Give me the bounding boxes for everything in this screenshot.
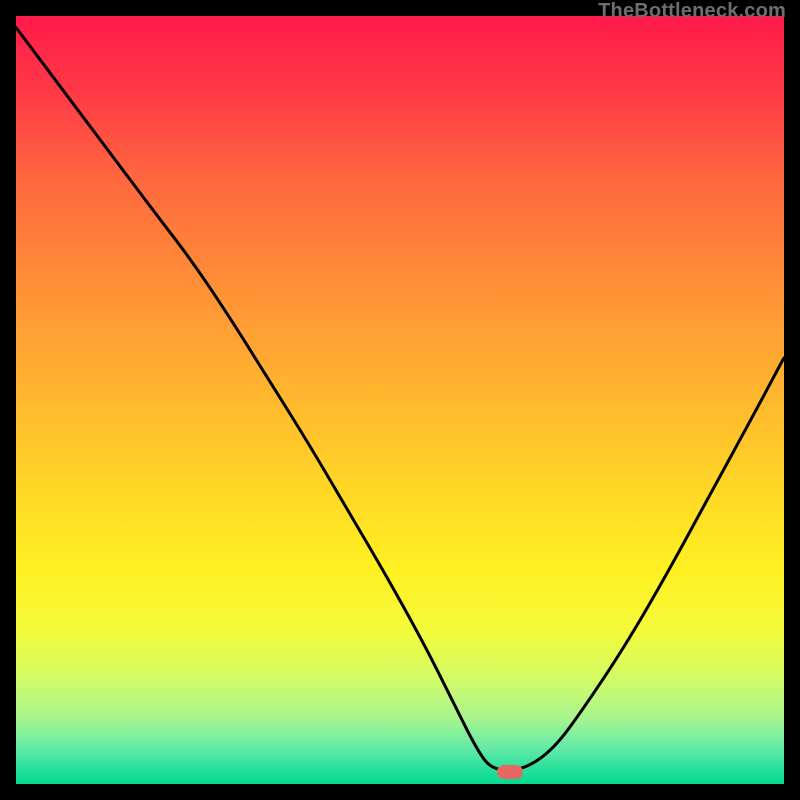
chart-container: TheBottleneck.com bbox=[0, 0, 800, 800]
watermark: TheBottleneck.com bbox=[598, 0, 786, 23]
optimal-marker bbox=[497, 765, 523, 779]
plot-area bbox=[16, 16, 784, 784]
chart-svg bbox=[16, 16, 784, 784]
heat-background bbox=[16, 16, 784, 784]
